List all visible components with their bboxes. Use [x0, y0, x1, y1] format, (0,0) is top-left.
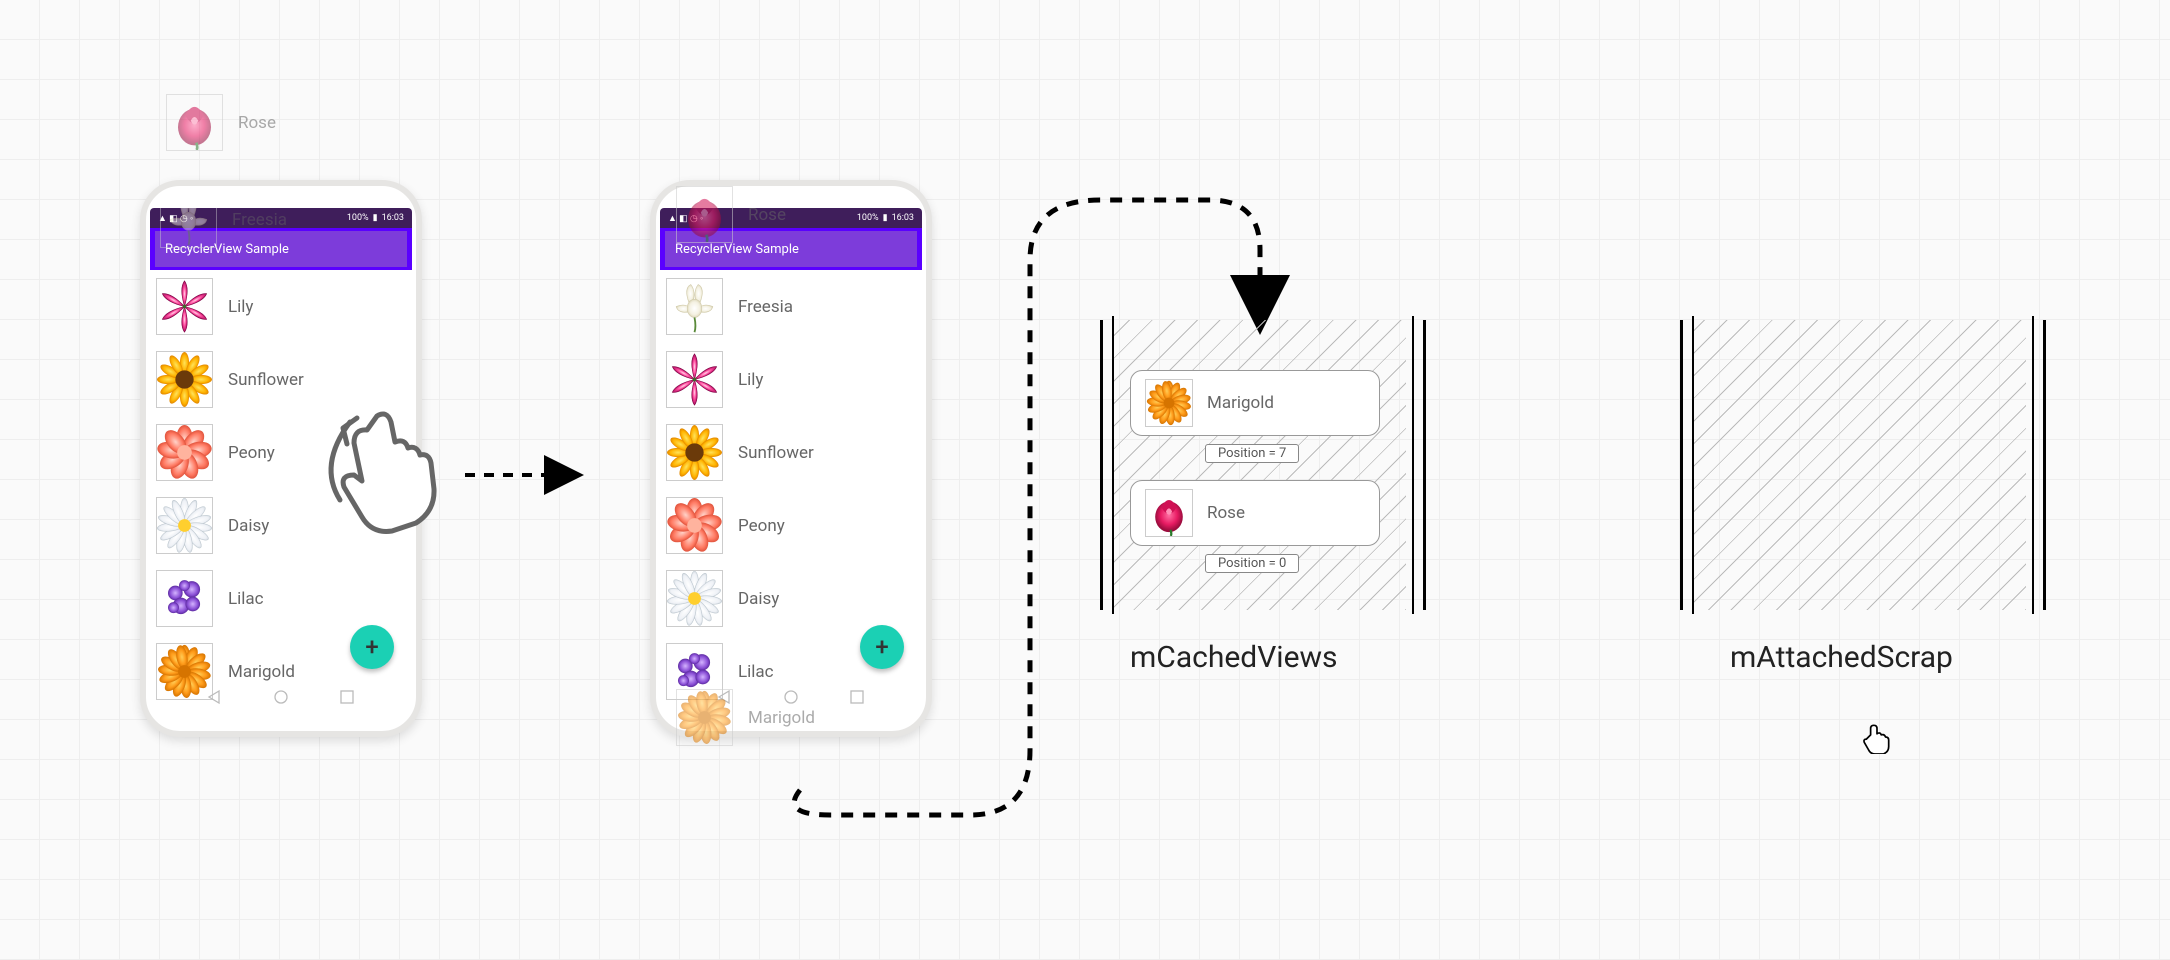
marigold-icon — [676, 689, 733, 746]
daisy-icon — [156, 497, 213, 554]
ghost-row-rose-left: Rose — [160, 95, 282, 150]
cache-position-1: Position = 0 — [1205, 554, 1299, 573]
nav-back-icon[interactable] — [207, 689, 223, 705]
sunflower-icon — [156, 351, 213, 408]
lily-icon — [666, 351, 723, 408]
cache-card-label: Rose — [1207, 503, 1245, 523]
list-item-label: Lilac — [228, 589, 264, 609]
daisy-icon — [666, 570, 723, 627]
peony-icon — [156, 424, 213, 481]
freesia-icon — [160, 208, 217, 248]
sunflower-icon — [666, 424, 723, 481]
plus-icon: + — [365, 633, 378, 661]
ghost-row-freesia: Freesia — [154, 208, 293, 247]
ghost-label: Rose — [238, 113, 276, 133]
lilac-icon — [156, 570, 213, 627]
list-item-label: Daisy — [228, 516, 269, 536]
cache-position-0: Position = 7 — [1205, 444, 1299, 463]
cached-views-panel: Marigold Position = 7 Rose Position = 0 — [1100, 320, 1420, 610]
attached-scrap-title: mAttachedScrap — [1730, 640, 1953, 675]
hand-cursor-icon — [1860, 720, 1894, 754]
list-item-label: Lily — [228, 297, 253, 317]
list-item-label: Lilac — [738, 662, 774, 682]
scroll-gesture-icon — [310, 400, 440, 540]
list-item-label: Sunflower — [228, 370, 304, 390]
nav-home-icon[interactable] — [273, 689, 289, 705]
cache-card-marigold: Marigold — [1130, 370, 1380, 436]
list-item-label: Peony — [228, 443, 275, 463]
peony-icon — [666, 497, 723, 554]
android-navbar[interactable] — [150, 685, 412, 709]
clock-text: 16:03 — [382, 213, 404, 223]
arrow-scroll-result — [460, 455, 600, 495]
cached-views-title: mCachedViews — [1130, 640, 1338, 675]
marigold-icon — [1145, 379, 1193, 427]
fab-add[interactable]: + — [350, 625, 394, 669]
cache-card-label: Marigold — [1207, 393, 1274, 413]
rose-icon — [676, 186, 733, 243]
rose-icon — [1145, 489, 1193, 537]
ghost-row-rose-right: Rose — [670, 187, 792, 242]
lily-icon — [156, 278, 213, 335]
cache-card-rose: Rose — [1130, 480, 1380, 546]
ghost-label: Rose — [748, 205, 786, 225]
nav-recent-icon[interactable] — [339, 689, 355, 705]
rose-icon — [166, 94, 223, 151]
battery-text: 100% — [347, 213, 369, 223]
freesia-icon — [666, 278, 723, 335]
list-item-label: Marigold — [228, 662, 295, 682]
list-item-label: Lily — [738, 370, 763, 390]
list-item[interactable]: Lily — [150, 270, 412, 343]
ghost-label: Freesia — [232, 210, 287, 230]
attached-scrap-panel — [1680, 320, 2040, 610]
